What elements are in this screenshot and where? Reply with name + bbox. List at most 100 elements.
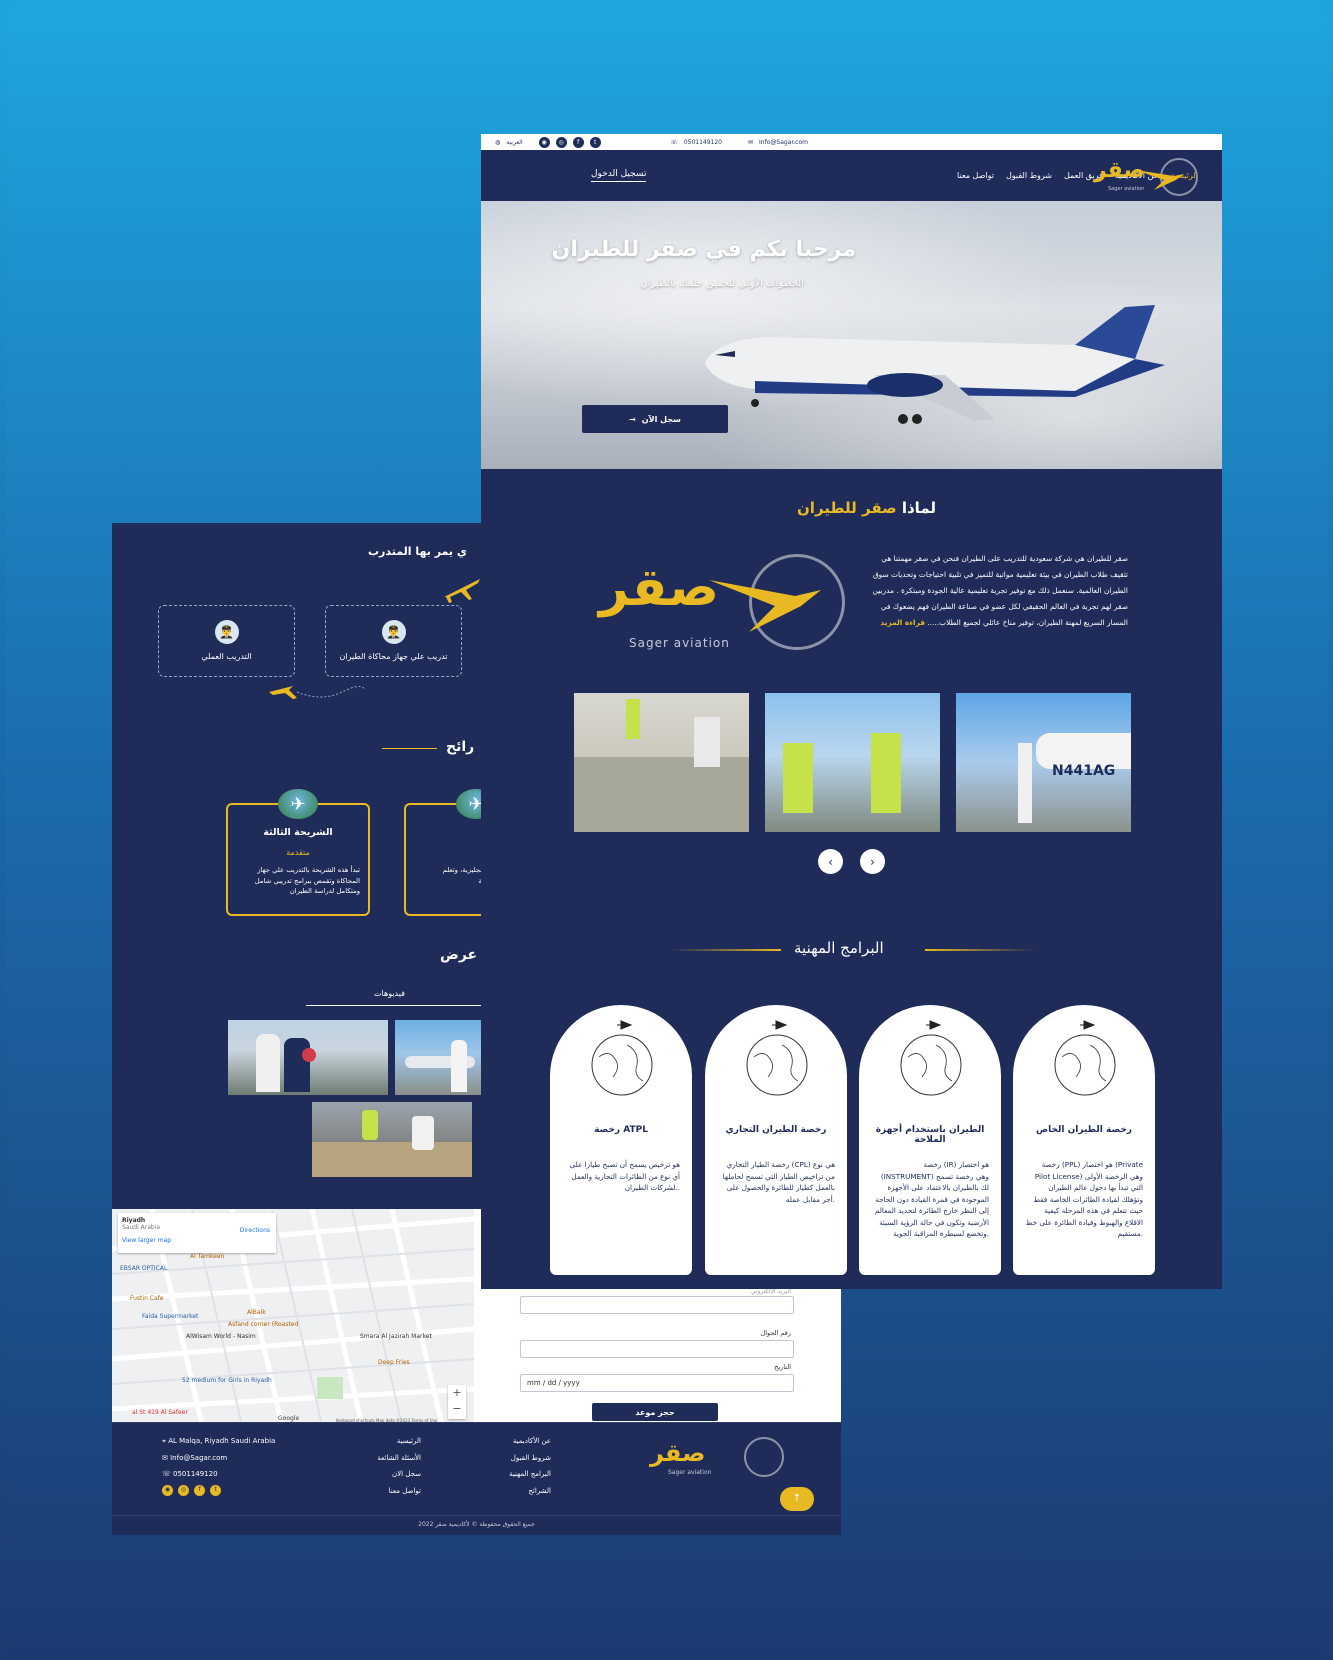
instagram-icon[interactable]: ◎ [555,136,567,148]
twitter-icon[interactable]: t [210,1484,221,1496]
facebook-icon[interactable]: f [194,1484,205,1496]
footer-link[interactable]: الشرائح [509,1483,551,1500]
snapchat-icon[interactable]: ◉ [162,1484,173,1496]
date-field[interactable]: mm / dd / yyyy [520,1374,794,1392]
footer-address: AL Malqa, Riyadh Saudi Arabia [168,1437,276,1445]
globe-plane-icon [746,1020,808,1096]
map-label: Smara Al Jazirah Market [360,1333,432,1340]
program-text: هو ترخيص يسمح أن تصبح طيارا على أي نوع م… [569,1160,680,1192]
form-label: التاريخ [774,1363,791,1371]
phone-icon: ☏ [162,1470,171,1478]
phone-field[interactable] [520,1340,794,1358]
footer-link[interactable]: عن الأكاديمية [509,1433,551,1450]
arrow-icon: → [629,414,636,424]
stage-label: التدريب العملي [201,652,252,661]
footer-phone[interactable]: 0501149120 [173,1470,218,1478]
form-label: البريد الإلكتروني [750,1288,791,1295]
hero-title: مرحبا بكم في صقر للطيران [551,237,856,262]
gallery-tab-underline [306,1005,482,1006]
footer-link[interactable]: الأسئلة الشائعة [377,1450,421,1467]
nav-contact[interactable]: تواصل معنا [957,171,994,180]
about-text: صقر للطيران هي شركة سعودية للتدريب على ا… [872,554,1128,627]
program-card-ir[interactable]: الطيران باستخدام أجهزة الملاحة رخصة (IR)… [859,1005,1001,1275]
email-field[interactable] [520,1296,794,1314]
gallery-photo[interactable] [395,1020,481,1095]
segment-level: متقدمة [286,848,310,857]
pilot-avatar-icon: 👨‍✈️ [381,620,406,644]
gallery-tab-videos[interactable]: فيديوهات [374,989,405,998]
login-link[interactable]: تسجيل الدخول [591,169,647,182]
map[interactable]: Riyadh Saudi Arabia View larger map Dire… [112,1209,474,1425]
segment-card-third[interactable]: ✈ الشريحة الثالثة متقدمة تبدأ هذه الشريح… [226,789,370,916]
map-label: Faida Supermarket [142,1313,199,1320]
title-line-right [925,949,1035,951]
footer-link[interactable]: تواصل معنا [377,1483,421,1500]
site-logo[interactable]: صقر Sager aviation [1094,156,1198,198]
map-label: AlBaik [247,1309,266,1316]
map-larger-link[interactable]: View larger map [122,1237,272,1244]
segment-text: تبدأ هذه الشريحة بالتدريب علي جهاز المحا… [254,866,360,895]
instagram-icon[interactable]: ◎ [178,1484,189,1496]
pilot-avatar-icon: 👨‍✈️ [214,620,239,644]
program-text: رخصة الطيار التجاري (CPL) هي نوع من تراخ… [722,1160,835,1204]
map-label: 52 medium for Girls in Riyadh [182,1377,272,1384]
footer-links-col1: عن الأكاديمية شروط القبول البرامج المهني… [509,1433,551,1499]
globe-plane-icon [1054,1020,1116,1096]
footer-divider [112,1515,841,1516]
google-logo: Google [278,1415,300,1422]
language-switch[interactable]: العربية [506,139,522,146]
footer-email[interactable]: Info@Sagar.com [170,1454,227,1462]
program-card-ppl[interactable]: رخصة الطيران الخاص رخصة (PPL) هو اختصار … [1013,1005,1155,1275]
footer-social: ◉ ◎ f t [162,1484,275,1496]
carousel-prev-button[interactable]: ‹ [818,849,843,874]
map-info-box: Riyadh Saudi Arabia View larger map Dire… [118,1213,276,1253]
register-now-button[interactable]: → سجل الآن [582,405,728,433]
top-phone[interactable]: 0501149120 [684,139,722,146]
plane-trail-icon [269,686,366,699]
footer-link[interactable]: البرامج المهنية [509,1466,551,1483]
globe-plane-icon [591,1020,653,1096]
gallery-photo[interactable] [765,693,940,832]
zoom-controls[interactable]: + − [448,1385,466,1419]
programs-title: البرامج المهنية [794,939,884,957]
gallery-photo[interactable]: N441AG [956,693,1131,832]
top-bar: ◍ العربية ◉ ◎ f t ☏ 0501149120 ✉ Info@Sa… [481,134,1222,150]
large-logo: صقر Sager aviation [593,554,845,654]
footer-link[interactable]: شروط القبول [509,1450,551,1467]
title-line-left [671,949,781,951]
snapchat-icon[interactable]: ◉ [538,136,550,148]
why-title: لماذا صقر للطيران [797,499,937,517]
read-more-link[interactable]: قراءة المزيد [880,618,925,627]
scroll-top-button[interactable]: ↑ [780,1487,814,1511]
stage-card-simulator[interactable]: 👨‍✈️ تدريب علي جهاز محاكاة الطيران [325,605,462,677]
hero: مرحبا بكم في صقر للطيران الخطوات الأولى … [481,201,1222,469]
footer-link[interactable]: سجل الان [377,1466,421,1483]
copyright: جميع الحقوق محفوظة © لأكاديمية صقر 2022 [418,1521,535,1528]
facebook-icon[interactable]: f [572,136,584,148]
main-nav: تسجيل الدخول الرئيسية عن الأكاديمية فريق… [481,150,1222,201]
map-label: Fustin Cafe [130,1295,164,1302]
stage-card-practical[interactable]: 👨‍✈️ التدريب العملي [158,605,295,677]
map-directions[interactable]: Directions [240,1227,270,1234]
program-card-cpl[interactable]: رخصة الطيران التجاري رخصة الطيار التجاري… [705,1005,847,1275]
twitter-icon[interactable]: t [589,136,601,148]
carousel-next-button[interactable]: › [860,849,885,874]
gallery-photo[interactable] [574,693,749,832]
program-card-atpl[interactable]: رخصة ATPL هو ترخيص يسمح أن تصبح طيارا عل… [550,1005,692,1275]
globe-icon: ◍ [495,138,501,146]
map-place: Riyadh [122,1217,146,1224]
front-page: ◍ العربية ◉ ◎ f t ☏ 0501149120 ✉ Info@Sa… [481,134,1222,1289]
nav-admission[interactable]: شروط القبول [1006,171,1052,180]
globe-plane-icon [900,1020,962,1096]
title-line [382,748,437,749]
map-label: Al Tamkeen [190,1253,225,1260]
gallery-photo[interactable] [228,1020,388,1095]
phone-icon: ☏ [670,138,678,146]
book-appointment-button[interactable]: حجز موعد [592,1403,718,1421]
gallery-photo[interactable] [312,1102,472,1177]
form-label: رقم الجوال [760,1329,791,1337]
top-email[interactable]: Info@Sagar.com [759,139,808,146]
map-street-label: al St 419 Al Safeer [132,1409,188,1416]
footer-link[interactable]: الرئيسية [377,1433,421,1450]
aircraft-tail: N441AG [1052,763,1116,779]
